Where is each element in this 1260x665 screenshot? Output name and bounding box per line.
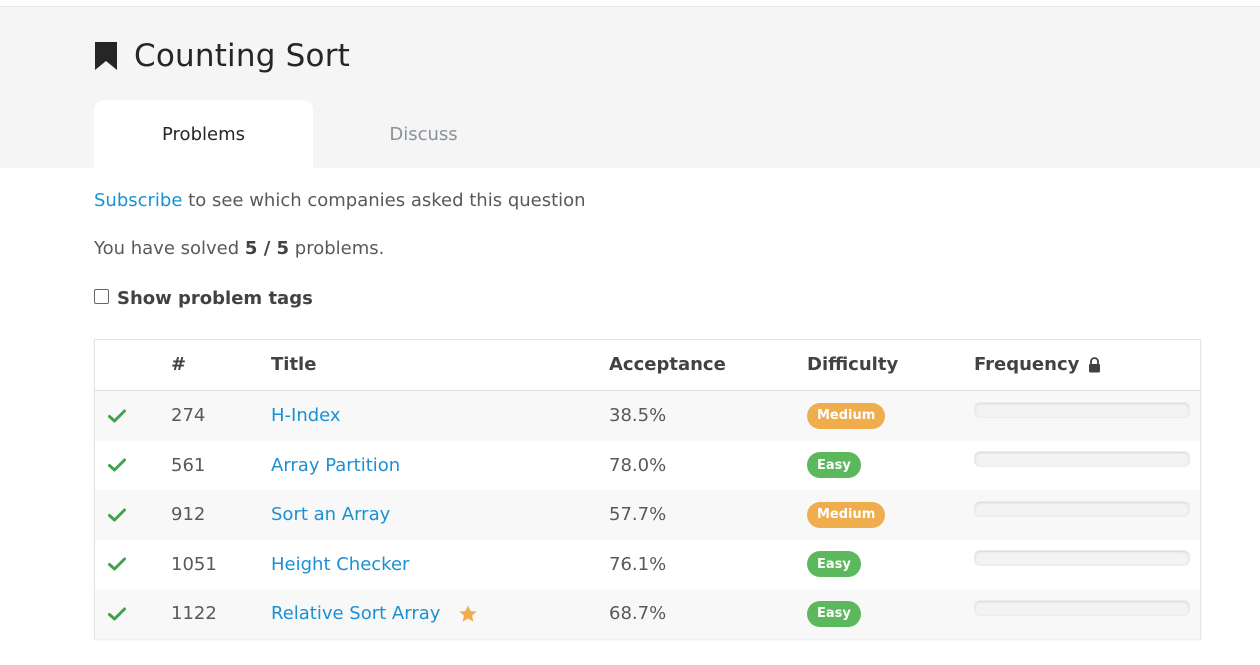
lock-icon — [1089, 356, 1101, 372]
tab-problems[interactable]: Problems — [94, 100, 313, 168]
check-icon — [108, 508, 126, 522]
acceptance-value: 78.0% — [609, 454, 667, 476]
solved-prefix: You have solved — [94, 238, 245, 259]
frequency-cell — [974, 441, 1190, 491]
difficulty-badge: Easy — [807, 551, 861, 578]
solved-cell — [108, 540, 126, 590]
check-icon — [108, 409, 126, 423]
solved-cell — [108, 589, 126, 639]
subscribe-text: to see which companies asked this questi… — [182, 190, 586, 211]
problem-title-link[interactable]: H-Index — [271, 405, 341, 426]
subscribe-link[interactable]: Subscribe — [94, 190, 182, 211]
problem-number: 1122 — [171, 603, 217, 625]
problem-title-link[interactable]: Sort an Array — [271, 504, 390, 525]
check-icon — [108, 557, 126, 571]
difficulty-badge: Medium — [807, 501, 886, 528]
header-title[interactable]: Title — [271, 354, 316, 375]
show-tags-toggle[interactable]: Show problem tags — [94, 288, 313, 309]
tab-discuss[interactable]: Discuss — [314, 100, 533, 168]
table-header: # Title Acceptance Difficulty Frequency — [95, 340, 1200, 391]
acceptance-value: 57.7% — [609, 504, 667, 526]
table-row: 561 Array Partition 78.0% Easy — [95, 441, 1200, 491]
problem-title-cell: Array Partition — [271, 441, 400, 491]
acceptance-value: 68.7% — [609, 603, 667, 625]
table-row: 274 H-Index 38.5% Medium — [95, 391, 1200, 441]
problem-title-cell: Relative Sort Array — [271, 589, 478, 639]
frequency-bar — [974, 599, 1190, 616]
acceptance-value: 38.5% — [609, 405, 667, 427]
frequency-bar — [974, 500, 1190, 517]
solved-summary: You have solved 5 / 5 problems. — [94, 238, 384, 259]
difficulty-cell: Medium — [807, 391, 886, 441]
acceptance-value: 76.1% — [609, 553, 667, 575]
difficulty-badge: Easy — [807, 600, 861, 627]
page-header: Counting Sort — [94, 36, 350, 76]
frequency-bar — [974, 550, 1190, 567]
header-difficulty[interactable]: Difficulty — [807, 354, 898, 375]
check-icon — [108, 607, 126, 621]
difficulty-cell: Easy — [807, 540, 861, 590]
solved-suffix: problems. — [289, 238, 385, 259]
problem-title-link[interactable]: Array Partition — [271, 455, 400, 476]
header-number[interactable]: # — [171, 354, 186, 375]
solved-cell — [108, 441, 126, 491]
problem-number: 561 — [171, 454, 206, 476]
header-frequency-label: Frequency — [974, 354, 1080, 375]
header-acceptance[interactable]: Acceptance — [609, 354, 726, 375]
problem-title-link[interactable]: Relative Sort Array — [271, 603, 440, 624]
solved-cell — [108, 391, 126, 441]
check-icon — [108, 458, 126, 472]
problem-number: 1051 — [171, 553, 217, 575]
problem-title-cell: Height Checker — [271, 540, 409, 590]
table-row: 912 Sort an Array 57.7% Medium — [95, 490, 1200, 540]
difficulty-badge: Medium — [807, 402, 886, 429]
top-border — [0, 0, 1260, 7]
frequency-bar — [974, 451, 1190, 468]
problem-title-cell: Sort an Array — [271, 490, 390, 540]
problem-number: 912 — [171, 504, 206, 526]
solved-count: 5 / 5 — [244, 238, 290, 259]
problem-title-link[interactable]: Height Checker — [271, 554, 409, 575]
problem-title-cell: H-Index — [271, 391, 341, 441]
tab-problems-label: Problems — [162, 123, 245, 145]
tab-discuss-label: Discuss — [389, 123, 458, 145]
difficulty-cell: Easy — [807, 589, 861, 639]
solved-cell — [108, 490, 126, 540]
show-tags-checkbox[interactable] — [94, 289, 109, 304]
subscribe-notice: Subscribe to see which companies asked t… — [94, 190, 586, 211]
frequency-cell — [974, 490, 1190, 540]
bookmark-icon — [95, 42, 117, 70]
star-icon — [459, 605, 478, 622]
difficulty-cell: Medium — [807, 490, 886, 540]
problem-number: 274 — [171, 405, 206, 427]
difficulty-badge: Easy — [807, 452, 861, 479]
table-row: 1051 Height Checker 76.1% Easy — [95, 540, 1200, 590]
frequency-cell — [974, 391, 1190, 441]
difficulty-cell: Easy — [807, 441, 861, 491]
table-row: 1122 Relative Sort Array 68.7% Easy — [95, 589, 1200, 639]
header-frequency[interactable]: Frequency — [974, 354, 1101, 375]
frequency-cell — [974, 540, 1190, 590]
show-tags-label: Show problem tags — [117, 288, 313, 309]
frequency-cell — [974, 589, 1190, 639]
problems-table: # Title Acceptance Difficulty Frequency … — [94, 339, 1201, 639]
page-title: Counting Sort — [134, 38, 350, 74]
frequency-bar — [974, 401, 1190, 418]
